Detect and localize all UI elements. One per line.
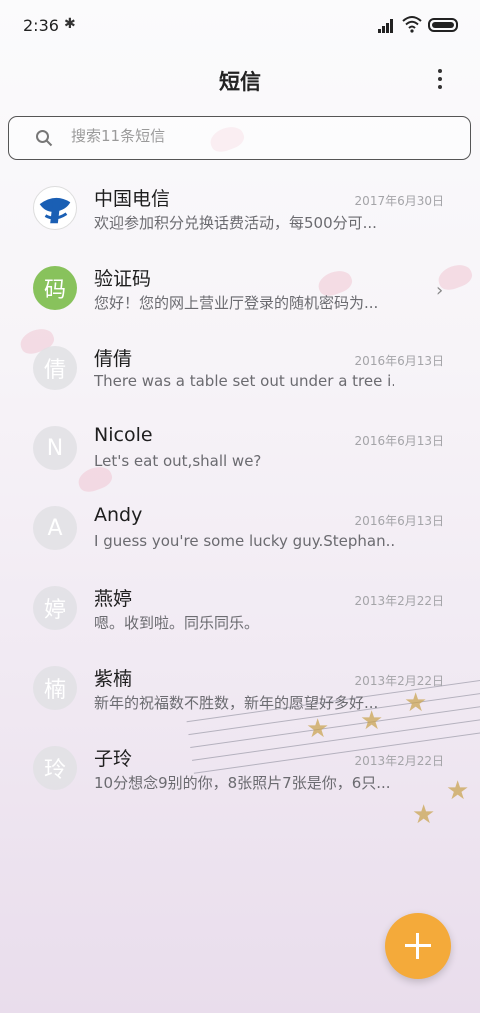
message-date: 2013年2月22日	[354, 674, 444, 688]
message-preview: There was a table set out under a tree i…	[94, 372, 394, 390]
message-date: 2013年2月22日	[354, 594, 444, 608]
contact-name: 验证码	[94, 268, 152, 290]
conversation-item-zinan[interactable]: 楠 紫楠 2013年2月22日 新年的祝福数不胜数，新年的愿望好多好...	[0, 650, 480, 730]
signal-icon	[378, 19, 396, 33]
contact-name: Nicole	[94, 424, 153, 446]
china-telecom-logo-icon	[33, 186, 77, 230]
plus-icon-vertical	[416, 933, 419, 959]
message-preview: 嗯。收到啦。同乐同乐。	[94, 614, 260, 632]
conversation-item-verification[interactable]: 码 验证码 您好！您的网上营业厅登录的随机密码为... ›	[0, 250, 480, 330]
conversation-item-qianqian[interactable]: 倩 倩倩 2016年6月13日 There was a table set ou…	[0, 330, 480, 410]
avatar: 码	[33, 266, 77, 310]
status-bar: 2:36 ✱	[0, 0, 480, 52]
chevron-right-icon: ›	[436, 280, 444, 301]
message-date: 2016年6月13日	[354, 514, 444, 528]
conversation-list: 中国电信 2017年6月30日 欢迎参加积分兑换话费活动，每500分可... 码…	[0, 170, 480, 810]
avatar: A	[33, 506, 77, 550]
message-preview: Let's eat out,shall we?	[94, 452, 262, 470]
page-title: 短信	[219, 70, 261, 94]
avatar: 倩	[33, 346, 77, 390]
contact-name: 中国电信	[94, 188, 171, 210]
contact-name: 紫楠	[94, 668, 133, 690]
conversation-item-ziling[interactable]: 玲 子玲 2013年2月22日 10分想念9别的你，8张照片7张是你，6只...	[0, 730, 480, 810]
message-preview: 您好！您的网上营业厅登录的随机密码为...	[94, 294, 379, 312]
conversation-item-andy[interactable]: A Andy 2016年6月13日 I guess you're some lu…	[0, 490, 480, 570]
message-date: 2016年6月13日	[354, 434, 444, 448]
avatar: 楠	[33, 666, 77, 710]
conversation-item-china-telecom[interactable]: 中国电信 2017年6月30日 欢迎参加积分兑换话费活动，每500分可...	[0, 170, 480, 250]
contact-name: Andy	[94, 504, 143, 526]
new-message-button[interactable]	[385, 913, 451, 979]
avatar: 玲	[33, 746, 77, 790]
contact-name: 子玲	[94, 748, 133, 770]
contact-name: 倩倩	[94, 348, 133, 370]
message-date: 2016年6月13日	[354, 354, 444, 368]
message-date: 2013年2月22日	[354, 754, 444, 768]
avatar: N	[33, 426, 77, 470]
avatar: 婷	[33, 586, 77, 630]
bluetooth-icon: ✱	[64, 16, 76, 32]
more-vertical-icon[interactable]	[428, 66, 452, 94]
message-date: 2017年6月30日	[354, 194, 444, 208]
message-preview: I guess you're some lucky guy.Stephan...	[94, 532, 394, 550]
message-preview: 新年的祝福数不胜数，新年的愿望好多好...	[94, 694, 379, 712]
conversation-item-nicole[interactable]: N Nicole 2016年6月13日 Let's eat out,shall …	[0, 410, 480, 490]
message-preview: 10分想念9别的你，8张照片7张是你，6只...	[94, 774, 391, 792]
message-preview: 欢迎参加积分兑换话费活动，每500分可...	[94, 214, 377, 232]
search-input[interactable]	[71, 127, 451, 145]
search-icon	[36, 130, 53, 147]
search-bar[interactable]	[8, 116, 471, 160]
status-time: 2:36	[23, 16, 59, 35]
wifi-icon	[402, 16, 422, 33]
conversation-item-yanting[interactable]: 婷 燕婷 2013年2月22日 嗯。收到啦。同乐同乐。	[0, 570, 480, 650]
battery-icon	[428, 18, 458, 32]
contact-name: 燕婷	[94, 588, 133, 610]
